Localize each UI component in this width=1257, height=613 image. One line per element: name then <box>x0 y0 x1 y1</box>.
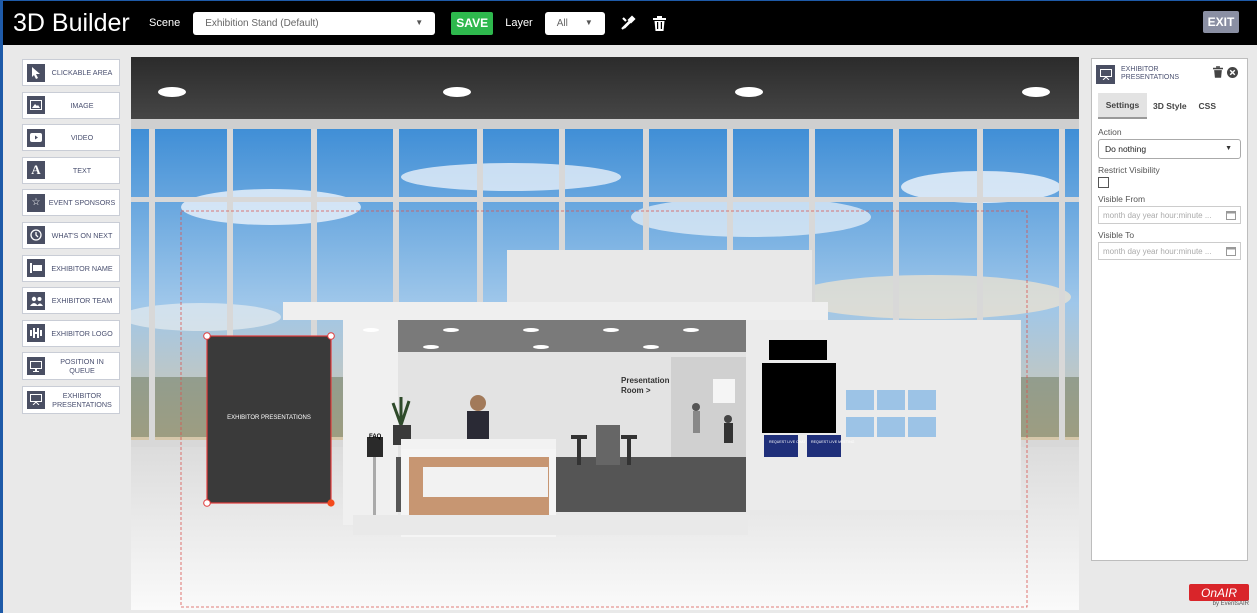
sidebar-item-text[interactable]: A TEXT <box>22 156 120 184</box>
sidebar-item-label: VIDEO <box>70 133 94 143</box>
onair-logo: OnAIR by EventsAIR <box>1189 584 1253 608</box>
sidebar-item-label: EXHIBITOR TEAM <box>51 296 113 306</box>
panel-header: EXHIBITOR PRESENTATIONS <box>1092 59 1247 89</box>
sidebar-item-event-sponsors[interactable]: ☆ EVENT SPONSORS <box>22 189 120 217</box>
chevron-down-icon: ▼ <box>1225 145 1232 152</box>
faq-sign: FAQ <box>369 434 382 440</box>
sidebar-item-image[interactable]: IMAGE <box>22 91 120 119</box>
sidebar-item-label: EXHIBITOR NAME <box>51 263 113 273</box>
restrict-visibility-checkbox[interactable] <box>1098 177 1109 188</box>
visible-from-placeholder: month day year hour:minute ... <box>1103 210 1212 220</box>
tab-css[interactable]: CSS <box>1193 93 1222 119</box>
sidebar-item-label: EXHIBITOR PRESENTATIONS <box>52 390 112 409</box>
calendar-icon[interactable] <box>1226 210 1236 222</box>
selected-element-label: EXHIBITOR PRESENTATIONS <box>227 415 311 421</box>
action-label: Action <box>1098 127 1122 137</box>
top-bar: 3D Builder Scene Exhibition Stand (Defau… <box>3 1 1257 45</box>
presentation-room-sign-line2: Room > <box>621 386 651 395</box>
visible-to-label: Visible To <box>1098 230 1135 240</box>
sidebar-item-whats-on-next[interactable]: WHAT'S ON NEXT <box>22 221 120 249</box>
close-panel-icon[interactable] <box>1227 65 1238 83</box>
panel-tabs: Settings 3D Style CSS <box>1098 93 1241 119</box>
logo-icon <box>27 324 45 343</box>
live-meeting-tablet-label: REQUEST LIVE MEETING <box>811 440 855 444</box>
scene-select[interactable]: Exhibition Stand (Default) ▼ <box>193 11 436 35</box>
sidebar-item-label: WHAT'S ON NEXT <box>51 230 113 240</box>
rotate-handle[interactable] <box>327 499 335 507</box>
sidebar-item-label: TEXT <box>72 165 92 175</box>
app-window: 3D Builder Scene Exhibition Stand (Defau… <box>0 0 1257 613</box>
sidebar-item-label: EXHIBITOR LOGO <box>51 328 113 338</box>
layer-select[interactable]: All ▼ <box>544 11 605 35</box>
panel-title: EXHIBITOR PRESENTATIONS <box>1121 66 1180 81</box>
layer-select-value: All <box>556 17 568 29</box>
resize-handle[interactable] <box>203 499 211 507</box>
name-icon <box>27 259 45 278</box>
visible-from-input[interactable]: month day year hour:minute ... <box>1098 206 1241 224</box>
properties-panel: EXHIBITOR PRESENTATIONS Settings 3D Styl… <box>1091 58 1248 561</box>
visible-to-placeholder: month day year hour:minute ... <box>1103 246 1212 256</box>
scene-select-value: Exhibition Stand (Default) <box>205 17 319 29</box>
resize-handle[interactable] <box>203 332 211 340</box>
app-title: 3D Builder <box>13 8 130 37</box>
scene-label: Scene <box>149 17 181 29</box>
video-icon <box>27 128 45 147</box>
brand-sub: by EventsAIR <box>1212 601 1249 607</box>
sidebar-item-video[interactable]: VIDEO <box>22 124 120 152</box>
team-icon <box>27 291 45 310</box>
restrict-visibility-label: Restrict Visibility <box>1098 165 1160 175</box>
tools-icon[interactable] <box>619 14 637 32</box>
selected-element-exhibitor-presentations[interactable]: EXHIBITOR PRESENTATIONS <box>203 332 335 507</box>
image-icon <box>27 96 45 115</box>
action-select[interactable]: Do nothing ▼ <box>1098 139 1241 159</box>
visible-to-input[interactable]: month day year hour:minute ... <box>1098 242 1241 260</box>
scene-canvas[interactable]: FAQ Presentation Room > REQUEST LIVE CHA… <box>131 57 1079 610</box>
presentation-icon <box>1096 64 1115 84</box>
sidebar-item-label: CLICKABLE AREA <box>51 68 113 77</box>
layer-label: Layer <box>505 17 533 29</box>
sidebar-item-clickable-area[interactable]: CLICKABLE AREA <box>22 59 120 86</box>
sidebar-item-exhibitor-logo[interactable]: EXHIBITOR LOGO <box>22 319 120 347</box>
sidebar-item-exhibitor-presentations[interactable]: EXHIBITOR PRESENTATIONS <box>22 385 120 414</box>
sidebar-item-exhibitor-name[interactable]: EXHIBITOR NAME <box>22 254 120 282</box>
sidebar-item-exhibitor-team[interactable]: EXHIBITOR TEAM <box>22 287 120 315</box>
chevron-down-icon: ▼ <box>584 17 593 27</box>
sidebar-item-label: POSITION IN QUEUE <box>60 357 104 376</box>
sidebar-item-position-in-queue[interactable]: POSITION IN QUEUE <box>22 352 120 381</box>
tab-settings[interactable]: Settings <box>1098 93 1147 119</box>
brand-logo: OnAIR <box>1189 584 1249 601</box>
action-select-value: Do nothing <box>1105 144 1147 154</box>
save-button[interactable]: SAVE <box>451 11 494 35</box>
exit-button[interactable]: EXIT <box>1203 11 1239 33</box>
element-toolbar: CLICKABLE AREA IMAGE VIDEO A TEXT ☆ EVEN… <box>22 59 120 420</box>
presentation-room-sign-line1: Presentation <box>621 376 670 385</box>
delete-element-icon[interactable] <box>1213 65 1223 83</box>
tab-3d-style[interactable]: 3D Style <box>1147 93 1193 119</box>
calendar-icon[interactable] <box>1226 246 1236 258</box>
text-icon: A <box>27 161 45 180</box>
sidebar-item-label: IMAGE <box>70 100 94 110</box>
live-chat-tablet-label: REQUEST LIVE CHAT <box>769 440 806 444</box>
trash-icon[interactable] <box>651 14 669 32</box>
chevron-down-icon: ▼ <box>415 17 424 27</box>
resize-handle[interactable] <box>327 332 335 340</box>
presentation-icon <box>27 390 45 409</box>
clock-icon <box>27 226 45 245</box>
cursor-icon <box>27 63 45 82</box>
monitor-icon <box>27 357 45 376</box>
scene-render: FAQ Presentation Room > REQUEST LIVE CHA… <box>131 57 1079 610</box>
visible-from-label: Visible From <box>1098 194 1146 204</box>
sponsors-icon: ☆ <box>27 193 45 212</box>
sidebar-item-label: EVENT SPONSORS <box>48 198 116 208</box>
